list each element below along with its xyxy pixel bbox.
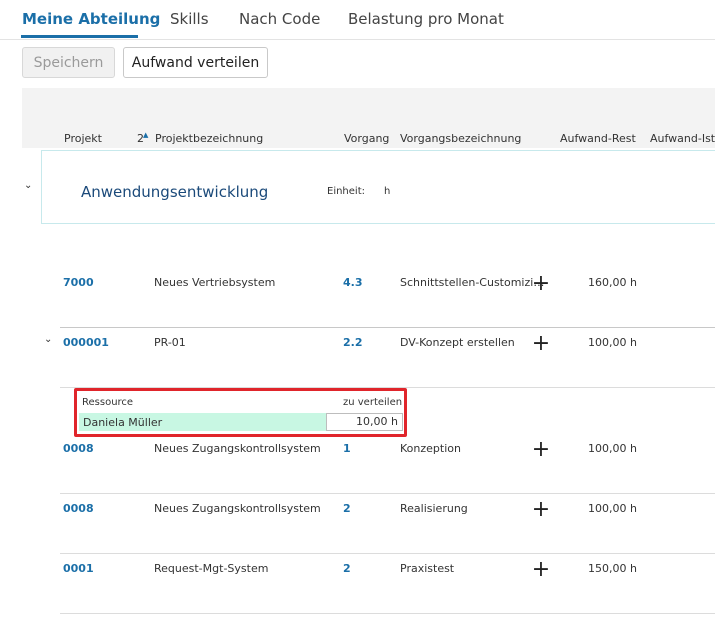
add-icon[interactable]: + [529, 439, 553, 463]
row-projektbezeichnung: Neues Vertriebsystem [154, 276, 276, 289]
row-vorgang-link[interactable]: 1 [343, 442, 351, 455]
row-divider [60, 327, 715, 328]
row-projekt-link[interactable]: 000001 [63, 336, 109, 349]
tab-nach-code[interactable]: Nach Code [239, 10, 320, 28]
add-icon[interactable]: + [529, 559, 553, 583]
collapse-row-icon[interactable]: ⌄ [44, 334, 52, 345]
row-projektbezeichnung: Request-Mgt-System [154, 562, 269, 575]
tab-skills[interactable]: Skills [170, 10, 209, 28]
save-button[interactable]: Speichern [22, 47, 115, 78]
distribute-amount-input[interactable]: 10,00 h [326, 413, 403, 431]
row-vorgangsbezeichnung: Realisierung [400, 502, 468, 515]
add-icon[interactable]: + [529, 333, 553, 357]
row-projekt-link[interactable]: 0008 [63, 442, 94, 455]
distribute-effort-button[interactable]: Aufwand verteilen [123, 47, 268, 78]
row-aufwand-rest: 100,00 h [588, 502, 637, 515]
unit-label: Einheit: [327, 186, 365, 197]
add-icon[interactable]: + [529, 273, 553, 297]
row-divider [60, 493, 715, 494]
row-vorgang-link[interactable]: 4.3 [343, 276, 363, 289]
row-vorgangsbezeichnung: Schnittstellen-Customizi… [400, 276, 545, 289]
add-icon[interactable]: + [529, 499, 553, 523]
row-divider [60, 553, 715, 554]
column-header-aufwand-rest[interactable]: Aufwand-Rest [560, 132, 636, 145]
column-header-vorgangsbezeichnung[interactable]: Vorgangsbezeichnung [400, 132, 521, 145]
row-projektbezeichnung: Neues Zugangskontrollsystem [154, 502, 321, 515]
column-header-vorgang[interactable]: Vorgang [344, 132, 389, 145]
row-aufwand-rest: 100,00 h [588, 336, 637, 349]
row-projekt-link[interactable]: 0001 [63, 562, 94, 575]
row-aufwand-rest: 100,00 h [588, 442, 637, 455]
row-vorgangsbezeichnung: Konzeption [400, 442, 461, 455]
popup-column-zu-verteilen: zu verteilen [343, 397, 403, 408]
resource-name: Daniela Müller [83, 416, 163, 429]
collapse-group-icon[interactable]: ⌄ [24, 180, 32, 191]
column-header-projektbezeichnung[interactable]: Projektbezeichnung [155, 132, 263, 145]
row-divider [60, 613, 715, 614]
row-projekt-link[interactable]: 0008 [63, 502, 94, 515]
row-aufwand-rest: 150,00 h [588, 562, 637, 575]
column-header-projekt[interactable]: Projekt [64, 132, 102, 145]
row-vorgangsbezeichnung: DV-Konzept erstellen [400, 336, 515, 349]
tab-meine-abteilung[interactable]: Meine Abteilung [22, 10, 160, 28]
active-tab-indicator [21, 35, 138, 38]
row-projekt-link[interactable]: 7000 [63, 276, 94, 289]
row-projektbezeichnung: Neues Zugangskontrollsystem [154, 442, 321, 455]
row-aufwand-rest: 160,00 h [588, 276, 637, 289]
row-vorgang-link[interactable]: 2.2 [343, 336, 363, 349]
row-vorgang-link[interactable]: 2 [343, 502, 351, 515]
group-title: Anwendungsentwicklung [81, 183, 269, 201]
column-header-aufwand-ist[interactable]: Aufwand-Ist [650, 132, 715, 145]
row-vorgangsbezeichnung: Praxistest [400, 562, 455, 575]
sort-ascending-icon[interactable]: ▲ [143, 131, 148, 139]
unit-value: h [384, 186, 391, 197]
popup-column-ressource: Ressource [82, 397, 134, 408]
row-vorgang-link[interactable]: 2 [343, 562, 351, 575]
row-projektbezeichnung: PR-01 [154, 336, 186, 349]
tab-belastung-pro-monat[interactable]: Belastung pro Monat [348, 10, 504, 28]
